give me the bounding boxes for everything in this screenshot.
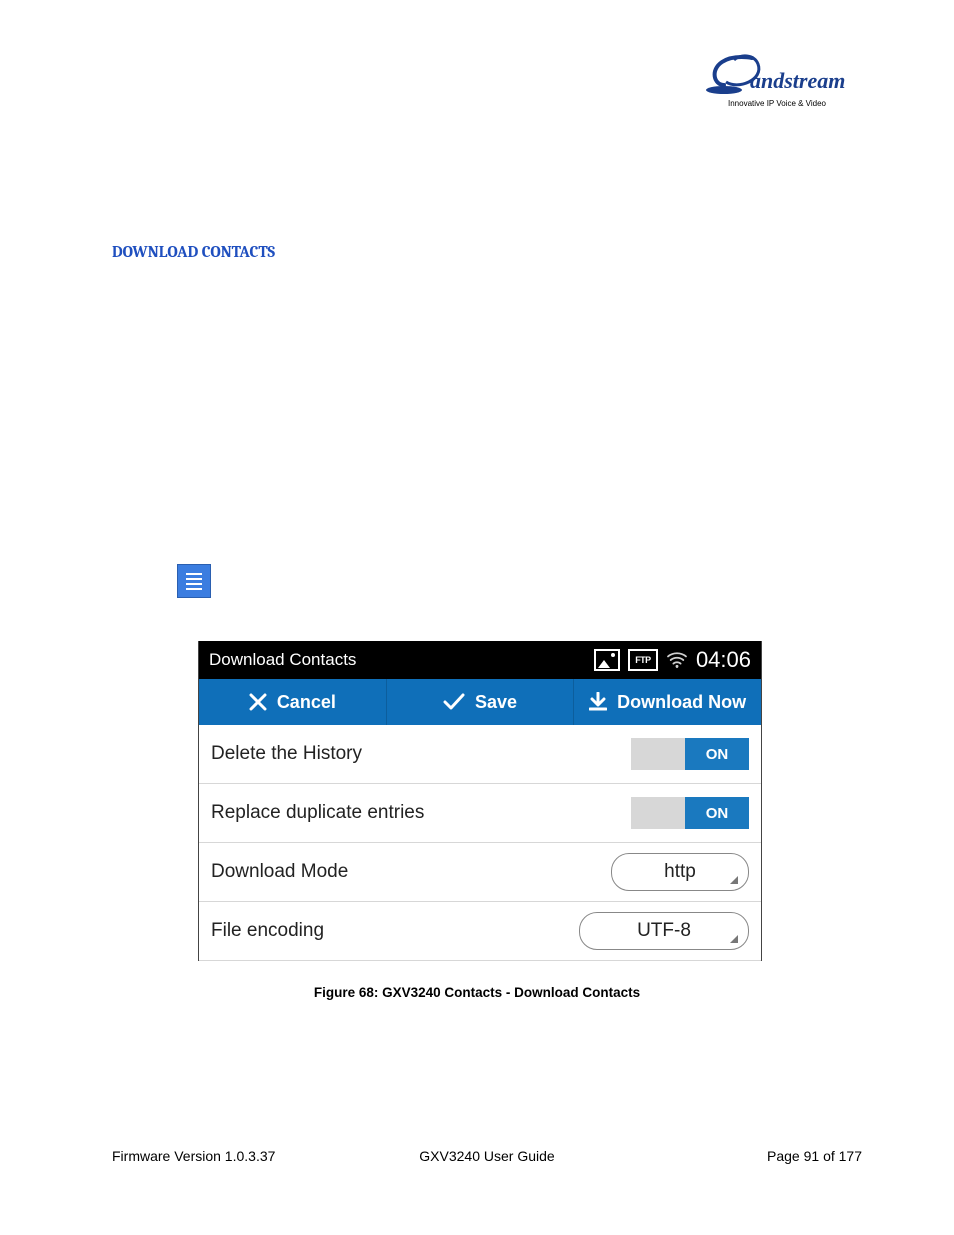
toggle-on-label: ON xyxy=(685,797,749,829)
footer-title: GXV3240 User Guide xyxy=(112,1148,862,1164)
svg-text:andstream: andstream xyxy=(750,68,845,93)
brand-tagline: Innovative IP Voice & Video xyxy=(728,99,826,108)
check-icon xyxy=(443,693,465,711)
statusbar-title: Download Contacts xyxy=(199,650,594,670)
chevron-down-icon xyxy=(730,927,738,943)
statusbar-time: 04:06 xyxy=(696,647,751,673)
toggle-delete-history[interactable]: ON xyxy=(631,738,749,770)
toggle-replace-duplicate[interactable]: ON xyxy=(631,797,749,829)
download-icon xyxy=(589,692,607,712)
ftp-icon: FTP xyxy=(628,649,658,671)
label-delete-history: Delete the History xyxy=(211,743,362,765)
dropdown-value: http xyxy=(664,861,696,883)
wifi-icon xyxy=(666,651,688,669)
section-heading: DOWNLOAD CONTACTS xyxy=(112,243,275,261)
menu-icon xyxy=(177,564,211,598)
save-label: Save xyxy=(475,692,517,713)
cancel-button[interactable]: Cancel xyxy=(199,679,387,725)
figure-caption: Figure 68: GXV3240 Contacts - Download C… xyxy=(0,985,954,1000)
toggle-on-label: ON xyxy=(685,738,749,770)
row-replace-duplicate: Replace duplicate entries ON xyxy=(199,784,761,843)
dropdown-download-mode[interactable]: http xyxy=(611,853,749,891)
row-delete-history: Delete the History ON xyxy=(199,725,761,784)
save-button[interactable]: Save xyxy=(387,679,575,725)
picture-icon xyxy=(594,649,620,671)
toolbar: Cancel Save Download Now xyxy=(199,679,761,725)
label-replace-duplicate: Replace duplicate entries xyxy=(211,802,424,824)
dropdown-value: UTF-8 xyxy=(637,920,691,942)
chevron-down-icon xyxy=(730,868,738,884)
row-download-mode: Download Mode http xyxy=(199,843,761,902)
download-now-button[interactable]: Download Now xyxy=(574,679,761,725)
brand-logo: andstream Innovative IP Voice & Video xyxy=(704,40,864,110)
label-download-mode: Download Mode xyxy=(211,861,348,883)
row-file-encoding: File encoding UTF-8 xyxy=(199,902,761,961)
download-label: Download Now xyxy=(617,692,746,713)
page-footer: Firmware Version 1.0.3.37 GXV3240 User G… xyxy=(112,1148,862,1164)
label-file-encoding: File encoding xyxy=(211,920,324,942)
dropdown-file-encoding[interactable]: UTF-8 xyxy=(579,912,749,950)
status-bar: Download Contacts FTP 04:06 xyxy=(199,641,761,679)
cancel-label: Cancel xyxy=(277,692,336,713)
close-icon xyxy=(249,693,267,711)
app-screenshot: Download Contacts FTP 04:06 Cancel Save xyxy=(198,641,762,961)
